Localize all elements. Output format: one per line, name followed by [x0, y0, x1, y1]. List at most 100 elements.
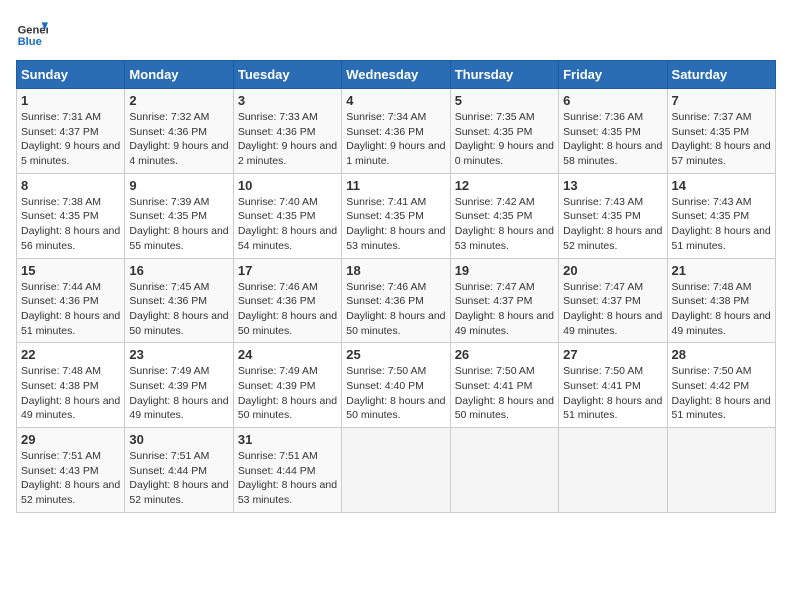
calendar-cell: 28 Sunrise: 7:50 AM Sunset: 4:42 PM Dayl…: [667, 343, 775, 428]
daylight-label: Daylight: 8 hours and 51 minutes.: [21, 310, 120, 337]
sunrise-label: Sunrise: 7:37 AM: [672, 111, 752, 123]
daylight-label: Daylight: 8 hours and 49 minutes.: [21, 395, 120, 422]
sunrise-label: Sunrise: 7:43 AM: [672, 196, 752, 208]
daylight-label: Daylight: 8 hours and 58 minutes.: [563, 140, 662, 167]
cell-content: Sunrise: 7:36 AM Sunset: 4:35 PM Dayligh…: [563, 110, 662, 169]
calendar-cell: 2 Sunrise: 7:32 AM Sunset: 4:36 PM Dayli…: [125, 89, 233, 174]
sunset-label: Sunset: 4:36 PM: [346, 295, 424, 307]
calendar-cell: 23 Sunrise: 7:49 AM Sunset: 4:39 PM Dayl…: [125, 343, 233, 428]
daylight-label: Daylight: 8 hours and 49 minutes.: [672, 310, 771, 337]
sunset-label: Sunset: 4:44 PM: [129, 465, 207, 477]
sunset-label: Sunset: 4:35 PM: [238, 210, 316, 222]
column-header-sunday: Sunday: [17, 61, 125, 89]
daylight-label: Daylight: 8 hours and 51 minutes.: [672, 225, 771, 252]
sunset-label: Sunset: 4:41 PM: [563, 380, 641, 392]
calendar-cell: 17 Sunrise: 7:46 AM Sunset: 4:36 PM Dayl…: [233, 258, 341, 343]
calendar-cell: 14 Sunrise: 7:43 AM Sunset: 4:35 PM Dayl…: [667, 173, 775, 258]
daylight-label: Daylight: 9 hours and 1 minute.: [346, 140, 445, 167]
calendar-cell: 10 Sunrise: 7:40 AM Sunset: 4:35 PM Dayl…: [233, 173, 341, 258]
calendar-cell: [342, 428, 450, 513]
day-number: 8: [21, 178, 120, 193]
sunset-label: Sunset: 4:36 PM: [21, 295, 99, 307]
sunrise-label: Sunrise: 7:46 AM: [346, 281, 426, 293]
cell-content: Sunrise: 7:43 AM Sunset: 4:35 PM Dayligh…: [563, 195, 662, 254]
calendar-week-row: 15 Sunrise: 7:44 AM Sunset: 4:36 PM Dayl…: [17, 258, 776, 343]
day-number: 24: [238, 347, 337, 362]
sunset-label: Sunset: 4:43 PM: [21, 465, 99, 477]
calendar-cell: 22 Sunrise: 7:48 AM Sunset: 4:38 PM Dayl…: [17, 343, 125, 428]
cell-content: Sunrise: 7:51 AM Sunset: 4:44 PM Dayligh…: [238, 449, 337, 508]
column-header-monday: Monday: [125, 61, 233, 89]
calendar-header-row: SundayMondayTuesdayWednesdayThursdayFrid…: [17, 61, 776, 89]
calendar-cell: [667, 428, 775, 513]
calendar-cell: [559, 428, 667, 513]
calendar-cell: 9 Sunrise: 7:39 AM Sunset: 4:35 PM Dayli…: [125, 173, 233, 258]
sunset-label: Sunset: 4:35 PM: [21, 210, 99, 222]
day-number: 9: [129, 178, 228, 193]
sunset-label: Sunset: 4:35 PM: [672, 126, 750, 138]
sunset-label: Sunset: 4:36 PM: [238, 126, 316, 138]
sunrise-label: Sunrise: 7:32 AM: [129, 111, 209, 123]
sunset-label: Sunset: 4:35 PM: [672, 210, 750, 222]
sunrise-label: Sunrise: 7:50 AM: [455, 365, 535, 377]
sunrise-label: Sunrise: 7:31 AM: [21, 111, 101, 123]
day-number: 6: [563, 93, 662, 108]
day-number: 4: [346, 93, 445, 108]
column-header-thursday: Thursday: [450, 61, 558, 89]
daylight-label: Daylight: 8 hours and 49 minutes.: [563, 310, 662, 337]
day-number: 25: [346, 347, 445, 362]
cell-content: Sunrise: 7:46 AM Sunset: 4:36 PM Dayligh…: [238, 280, 337, 339]
daylight-label: Daylight: 9 hours and 4 minutes.: [129, 140, 228, 167]
sunrise-label: Sunrise: 7:50 AM: [563, 365, 643, 377]
day-number: 18: [346, 263, 445, 278]
sunrise-label: Sunrise: 7:44 AM: [21, 281, 101, 293]
cell-content: Sunrise: 7:43 AM Sunset: 4:35 PM Dayligh…: [672, 195, 771, 254]
sunrise-label: Sunrise: 7:39 AM: [129, 196, 209, 208]
sunset-label: Sunset: 4:35 PM: [129, 210, 207, 222]
day-number: 17: [238, 263, 337, 278]
calendar-cell: 19 Sunrise: 7:47 AM Sunset: 4:37 PM Dayl…: [450, 258, 558, 343]
calendar-cell: 4 Sunrise: 7:34 AM Sunset: 4:36 PM Dayli…: [342, 89, 450, 174]
day-number: 7: [672, 93, 771, 108]
calendar-cell: 5 Sunrise: 7:35 AM Sunset: 4:35 PM Dayli…: [450, 89, 558, 174]
sunrise-label: Sunrise: 7:40 AM: [238, 196, 318, 208]
sunrise-label: Sunrise: 7:41 AM: [346, 196, 426, 208]
cell-content: Sunrise: 7:44 AM Sunset: 4:36 PM Dayligh…: [21, 280, 120, 339]
daylight-label: Daylight: 8 hours and 56 minutes.: [21, 225, 120, 252]
calendar-cell: 16 Sunrise: 7:45 AM Sunset: 4:36 PM Dayl…: [125, 258, 233, 343]
day-number: 29: [21, 432, 120, 447]
sunrise-label: Sunrise: 7:50 AM: [346, 365, 426, 377]
cell-content: Sunrise: 7:50 AM Sunset: 4:40 PM Dayligh…: [346, 364, 445, 423]
calendar-cell: 26 Sunrise: 7:50 AM Sunset: 4:41 PM Dayl…: [450, 343, 558, 428]
sunrise-label: Sunrise: 7:47 AM: [563, 281, 643, 293]
daylight-label: Daylight: 8 hours and 53 minutes.: [346, 225, 445, 252]
daylight-label: Daylight: 8 hours and 53 minutes.: [455, 225, 554, 252]
daylight-label: Daylight: 8 hours and 52 minutes.: [129, 479, 228, 506]
cell-content: Sunrise: 7:51 AM Sunset: 4:43 PM Dayligh…: [21, 449, 120, 508]
daylight-label: Daylight: 8 hours and 51 minutes.: [563, 395, 662, 422]
sunset-label: Sunset: 4:37 PM: [455, 295, 533, 307]
sunrise-label: Sunrise: 7:47 AM: [455, 281, 535, 293]
daylight-label: Daylight: 8 hours and 50 minutes.: [129, 310, 228, 337]
cell-content: Sunrise: 7:48 AM Sunset: 4:38 PM Dayligh…: [672, 280, 771, 339]
daylight-label: Daylight: 8 hours and 54 minutes.: [238, 225, 337, 252]
day-number: 28: [672, 347, 771, 362]
calendar-cell: 13 Sunrise: 7:43 AM Sunset: 4:35 PM Dayl…: [559, 173, 667, 258]
calendar-cell: 18 Sunrise: 7:46 AM Sunset: 4:36 PM Dayl…: [342, 258, 450, 343]
daylight-label: Daylight: 8 hours and 53 minutes.: [238, 479, 337, 506]
sunset-label: Sunset: 4:35 PM: [346, 210, 424, 222]
day-number: 13: [563, 178, 662, 193]
day-number: 21: [672, 263, 771, 278]
cell-content: Sunrise: 7:46 AM Sunset: 4:36 PM Dayligh…: [346, 280, 445, 339]
daylight-label: Daylight: 8 hours and 50 minutes.: [238, 395, 337, 422]
calendar-cell: 20 Sunrise: 7:47 AM Sunset: 4:37 PM Dayl…: [559, 258, 667, 343]
calendar-table: SundayMondayTuesdayWednesdayThursdayFrid…: [16, 60, 776, 513]
page-header: General Blue: [16, 16, 776, 48]
day-number: 1: [21, 93, 120, 108]
day-number: 14: [672, 178, 771, 193]
day-number: 16: [129, 263, 228, 278]
cell-content: Sunrise: 7:42 AM Sunset: 4:35 PM Dayligh…: [455, 195, 554, 254]
svg-text:Blue: Blue: [18, 36, 42, 48]
calendar-cell: 31 Sunrise: 7:51 AM Sunset: 4:44 PM Dayl…: [233, 428, 341, 513]
day-number: 19: [455, 263, 554, 278]
